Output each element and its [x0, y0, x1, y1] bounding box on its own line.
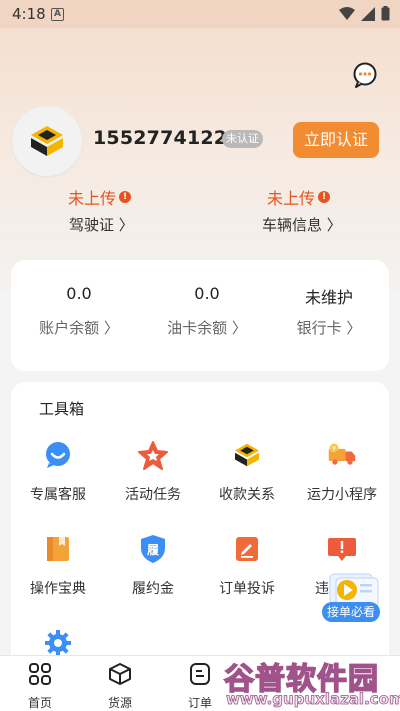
battery-icon — [381, 6, 390, 21]
status-time: 4:18 — [12, 5, 46, 23]
gear-icon — [43, 628, 73, 658]
tab-label: 首页 — [27, 696, 52, 710]
balance-value: 0.0 — [66, 284, 92, 303]
tool-handbook[interactable]: 操作宝典 — [11, 534, 105, 598]
tool-label: 运力小程序 — [307, 487, 377, 503]
tool-customer-service[interactable]: 专属客服 — [11, 440, 105, 504]
upload-status-text: 未上传 — [68, 189, 117, 208]
account-balance[interactable]: 0.0 账户余额 〉 — [16, 260, 142, 338]
balance-value: 0.0 — [194, 284, 220, 303]
order-icon — [190, 663, 210, 685]
chat-bubble-icon — [43, 440, 73, 470]
toolbox-title: 工具箱 — [39, 400, 85, 418]
verify-now-button[interactable]: 立即认证 — [293, 122, 379, 158]
phone-number: 15527741226 — [93, 127, 241, 149]
home-grid-icon — [29, 663, 51, 685]
tool-label: 操作宝典 — [30, 581, 86, 597]
tool-label: 活动任务 — [125, 487, 181, 503]
cube-icon — [109, 663, 131, 685]
tool-order-complaint[interactable]: 订单投诉 — [200, 534, 294, 598]
tool-activities[interactable]: 活动任务 — [106, 440, 200, 504]
svg-text:履: 履 — [146, 543, 160, 557]
logo-icon — [232, 440, 262, 470]
truck-icon: ¥ — [327, 440, 357, 470]
balance-value: 未维护 — [304, 288, 353, 307]
notification-icon: A — [51, 8, 64, 21]
tool-settings[interactable] — [11, 628, 105, 658]
status-icons — [339, 6, 390, 21]
tool-label: 收款关系 — [219, 487, 275, 503]
watermark: 谷普软件园 www.gupuxlazal.com — [218, 652, 400, 711]
shield-icon: 履 — [138, 534, 168, 564]
must-read-badge[interactable]: 接单必看 — [322, 602, 380, 622]
tool-label: 履约金 — [132, 581, 174, 597]
watermark-url: www.gupuxlazal.com — [226, 690, 400, 709]
balance-label: 银行卡 〉 — [296, 319, 362, 337]
balance-card: 0.0 账户余额 〉 0.0 油卡余额 〉 未维护 银行卡 〉 — [11, 260, 389, 371]
star-icon — [138, 440, 168, 470]
tool-payment-relations[interactable]: 收款关系 — [200, 440, 294, 504]
bank-card[interactable]: 未维护 银行卡 〉 — [266, 260, 392, 338]
signal-icon — [361, 6, 375, 21]
tool-mini-program[interactable]: ¥ 运力小程序 — [295, 440, 389, 504]
alert-icon: ! — [119, 191, 132, 203]
balance-label: 油卡余额 〉 — [167, 319, 247, 337]
tool-deposit[interactable]: 履 履约金 — [106, 534, 200, 598]
avatar[interactable] — [12, 106, 82, 176]
balance-label: 账户余额 〉 — [39, 319, 119, 337]
vehicle-upload-status: 未上传 ! — [267, 185, 331, 209]
message-icon[interactable] — [352, 62, 378, 88]
status-bar: 4:18 A — [0, 0, 400, 28]
tool-label: 订单投诉 — [219, 581, 275, 597]
edit-icon — [232, 534, 262, 564]
alert-icon — [327, 534, 357, 564]
wifi-icon — [339, 6, 355, 20]
toolbox-card: 工具箱 专属客服 活动任务 收款关系 ¥ 运力小程序 操作宝典 履 履约金 订单… — [11, 382, 389, 672]
vehicle-info-link[interactable]: 车辆信息 〉 — [262, 214, 342, 235]
logo-icon — [31, 126, 63, 156]
tab-home[interactable]: 首页 — [0, 656, 80, 711]
driver-license-link[interactable]: 驾驶证 〉 — [69, 214, 134, 235]
upload-status-text: 未上传 — [267, 189, 316, 208]
tab-cargo[interactable]: 货源 — [80, 656, 160, 711]
tool-label: 专属客服 — [30, 487, 86, 503]
tab-label: 货源 — [107, 696, 132, 710]
svg-text:¥: ¥ — [332, 446, 336, 453]
alert-icon: ! — [318, 191, 331, 203]
fuel-card-balance[interactable]: 0.0 油卡余额 〉 — [144, 260, 270, 338]
unverified-badge: 未认证 — [222, 130, 263, 148]
book-icon — [43, 534, 73, 564]
license-upload-status: 未上传 ! — [68, 185, 132, 209]
